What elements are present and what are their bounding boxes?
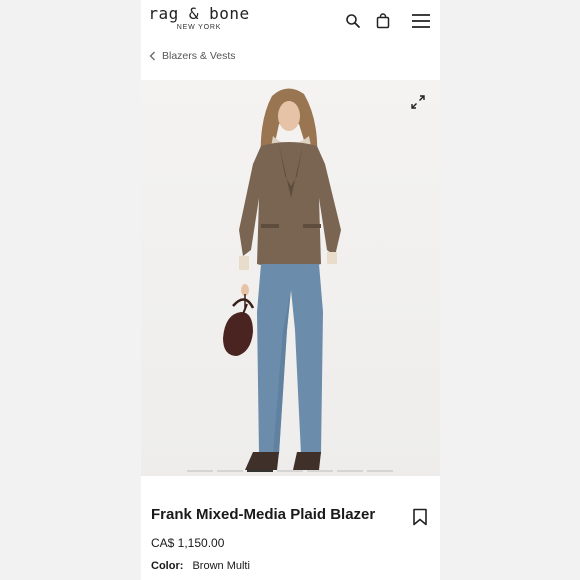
color-selector: Color: Brown Multi xyxy=(151,560,250,572)
search-icon[interactable] xyxy=(344,12,362,30)
breadcrumb-label: Blazers & Vests xyxy=(162,50,236,62)
gallery-dot[interactable] xyxy=(277,470,303,472)
color-value: Brown Multi xyxy=(192,560,250,572)
gallery-dot[interactable] xyxy=(187,470,213,472)
color-label: Color: xyxy=(151,560,184,572)
breadcrumb[interactable]: Blazers & Vests xyxy=(149,48,236,64)
model-photo xyxy=(223,88,341,470)
gallery-dot-active[interactable] xyxy=(247,470,273,472)
site-header: rag & bone NEW YORK xyxy=(141,0,440,44)
bookmark-icon[interactable] xyxy=(412,508,428,526)
menu-icon[interactable] xyxy=(411,12,431,30)
product-page: rag & bone NEW YORK Blazers & Vests Fran… xyxy=(141,0,440,580)
gallery-dot[interactable] xyxy=(217,470,243,472)
logo-wordmark: rag & bone xyxy=(148,4,250,23)
bag-icon[interactable] xyxy=(374,12,392,30)
gallery-dot[interactable] xyxy=(367,470,393,472)
logo-subtitle: NEW YORK xyxy=(176,24,222,31)
product-title: Frank Mixed-Media Plaid Blazer xyxy=(151,506,376,523)
expand-icon[interactable] xyxy=(410,94,426,110)
gallery-pagination xyxy=(187,470,393,472)
chevron-left-icon xyxy=(149,51,155,61)
gallery-dot[interactable] xyxy=(307,470,333,472)
product-price: CA$ 1,150.00 xyxy=(151,536,225,550)
product-image[interactable] xyxy=(141,80,440,476)
gallery-dot[interactable] xyxy=(337,470,363,472)
brand-logo[interactable]: rag & bone NEW YORK xyxy=(147,4,251,31)
